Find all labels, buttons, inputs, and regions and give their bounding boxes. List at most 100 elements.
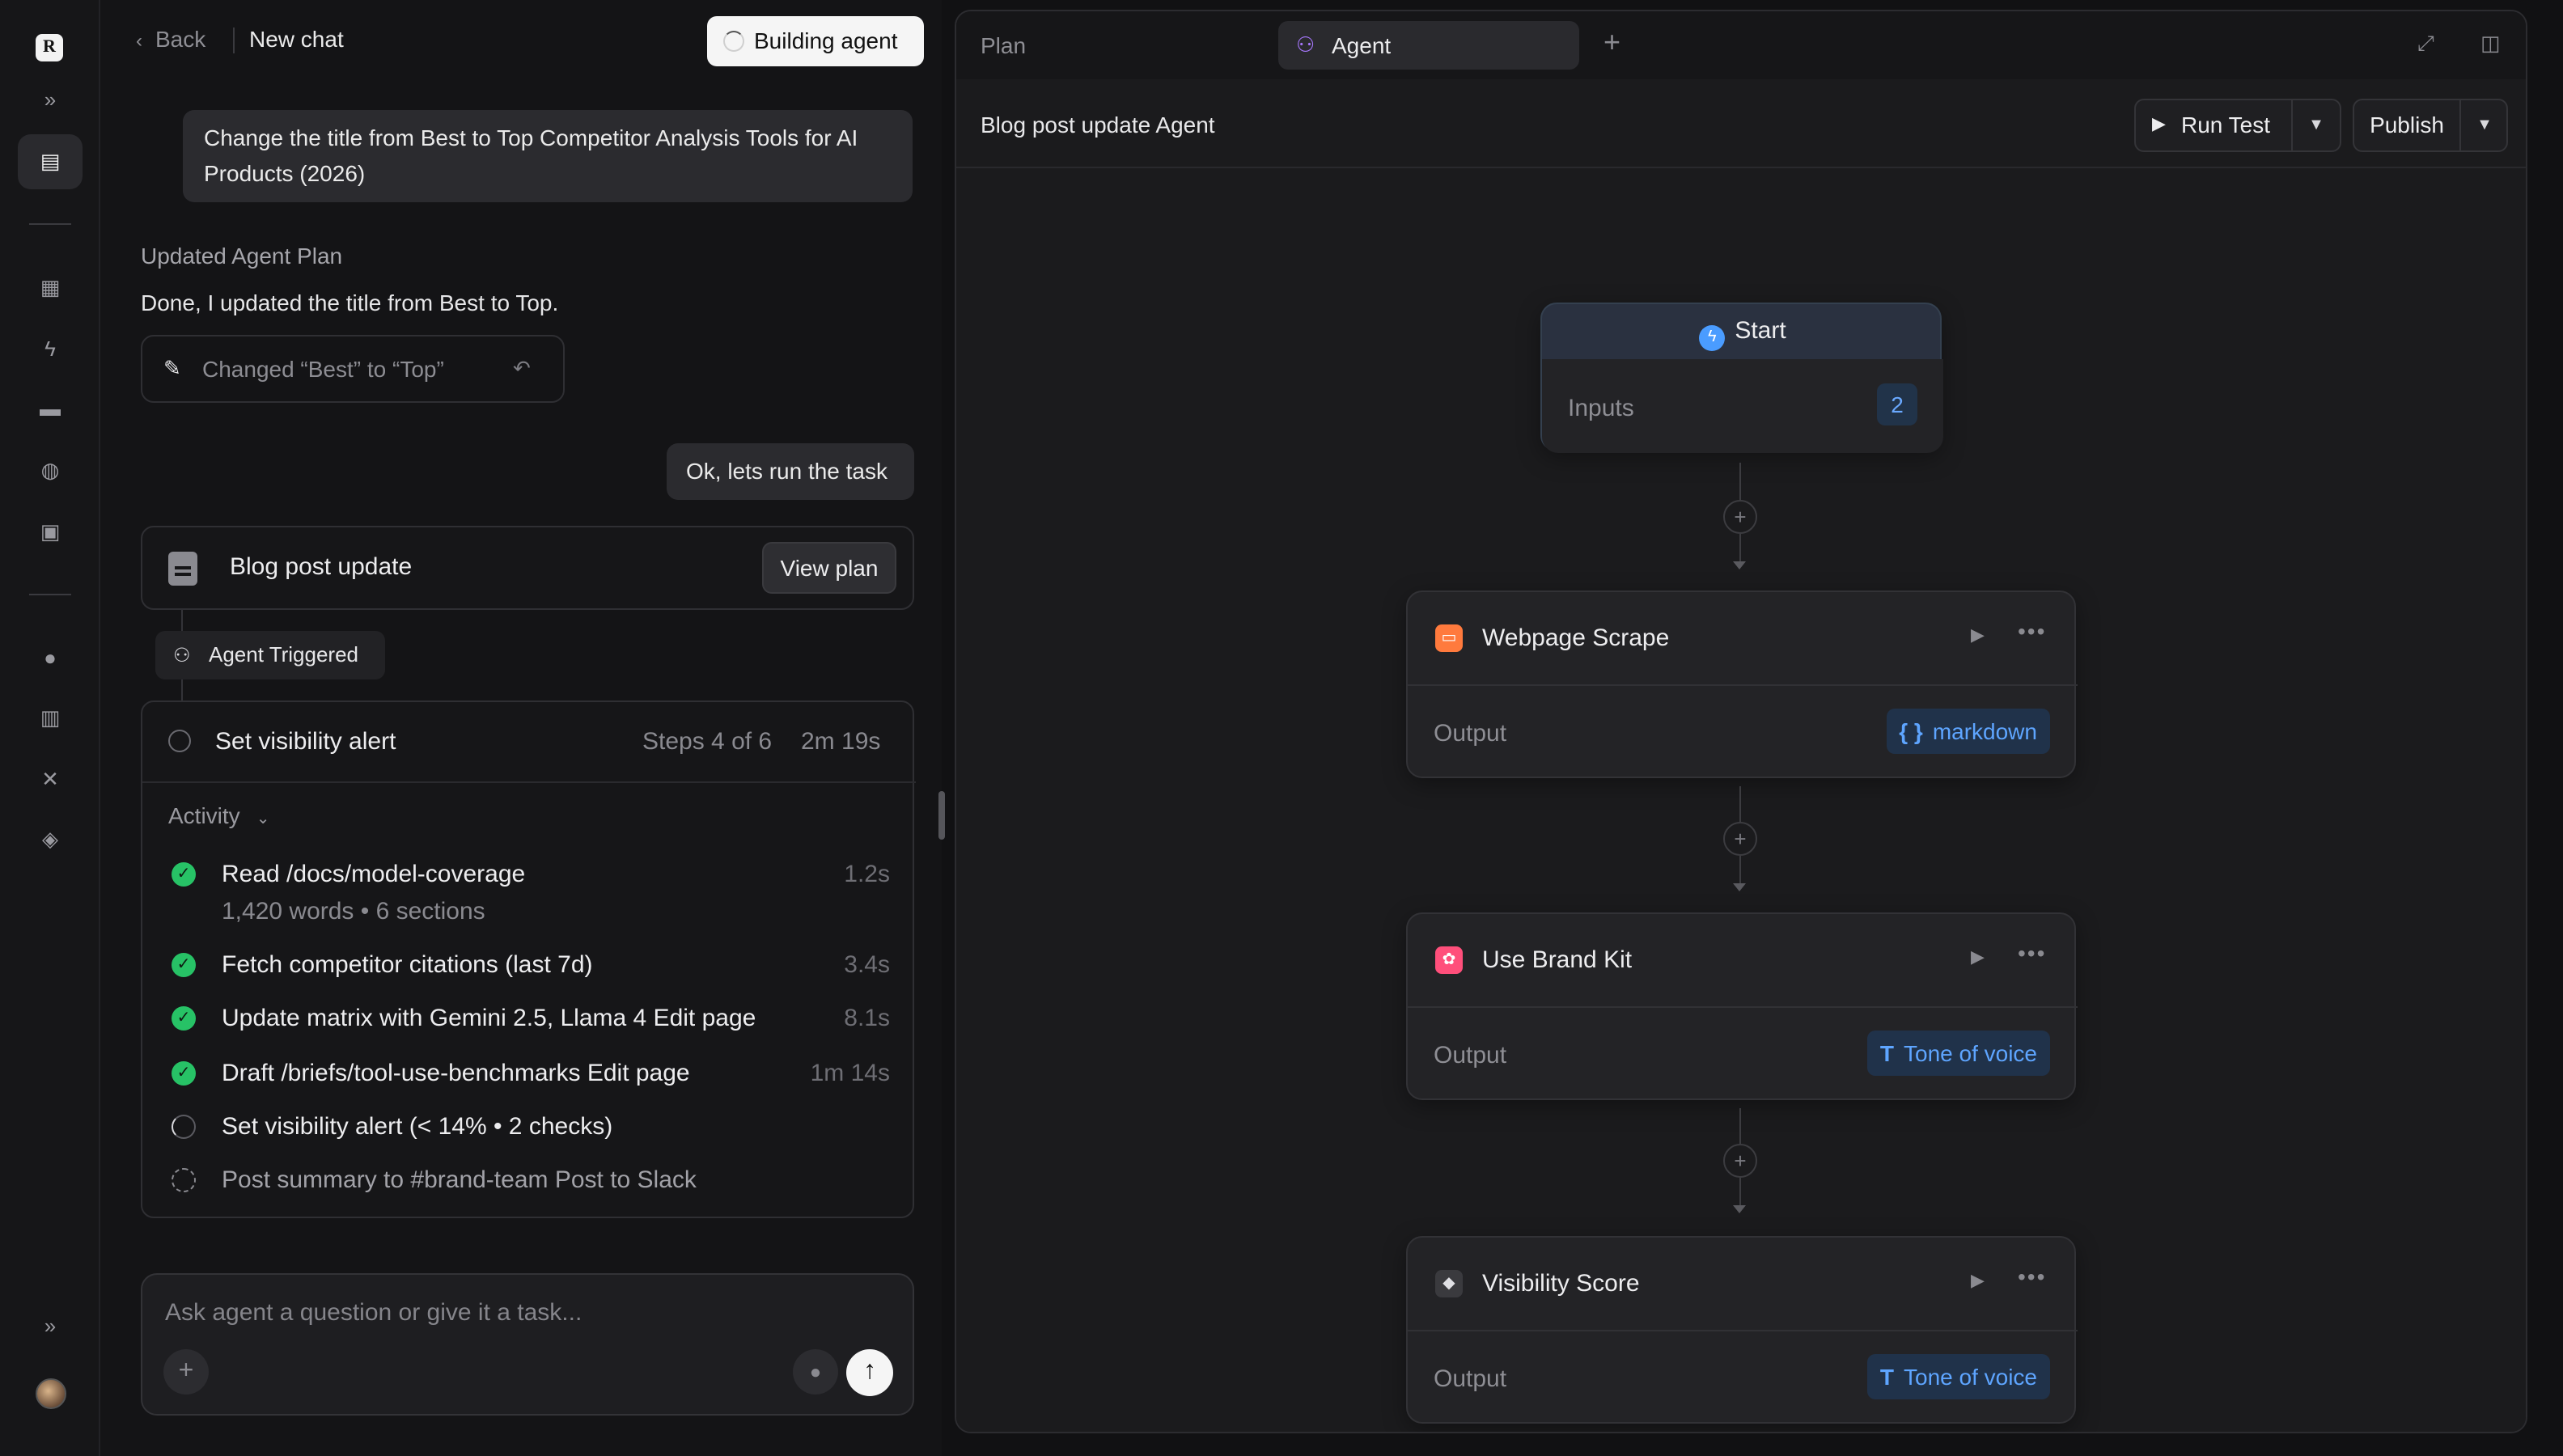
activity-item: ✓ Update matrix with Gemini 2.5, Llama 4… [142,1001,916,1037]
step-node-webpage-scrape[interactable]: ▭ Webpage Scrape ▶ ••• Output { } markdow… [1406,590,2078,778]
current-step-header[interactable]: Set visibility alert Steps 4 of 6 2m 19s [142,702,916,783]
activity-toggle[interactable]: Activity ⌄ [168,802,269,828]
lock-icon[interactable]: ▣ [32,514,68,550]
hierarchy-icon: ⚇ [173,644,191,667]
layers-icon[interactable]: ◈ [32,822,68,857]
connector-line [1739,1178,1741,1207]
check-icon: ✓ [172,953,196,977]
resize-handle[interactable] [938,791,945,840]
app-logo[interactable]: R [36,34,63,61]
step-node-use-brand-kit[interactable]: ✿ Use Brand Kit ▶ ••• Output T Tone of vo… [1406,912,2078,1100]
undo-icon[interactable]: ↶ [513,356,531,382]
output-type-pill[interactable]: T Tone of voice [1866,1031,2050,1076]
add-step-button[interactable]: + [1723,1144,1757,1178]
current-step-name: Set visibility alert [215,728,396,756]
agent-triggered-badge: ⚇ Agent Triggered [155,631,385,679]
more-icon[interactable]: ••• [2018,1263,2046,1289]
send-button[interactable]: ↑ [846,1349,893,1396]
output-type-pill[interactable]: T Tone of voice [1866,1354,2050,1399]
activity-item: ✓ Fetch competitor citations (last 7d) 3… [142,948,916,984]
back-button[interactable]: ‹ Back [136,26,205,52]
book-icon[interactable]: ▥ [32,700,68,736]
connector-line [1739,856,1741,885]
agent-toolbar: Blog post update Agent ▶ Run Test ▼ Publ… [956,79,2526,168]
run-test-dropdown[interactable]: ▼ [2291,100,2340,150]
globe-icon[interactable]: ◍ [32,453,68,489]
connector-line [1739,1108,1741,1144]
play-icon[interactable]: ▶ [1971,624,1985,645]
brand-kit-icon: ✿ [1435,946,1463,974]
tools-icon[interactable]: ✕ [32,762,68,798]
chat-icon[interactable]: ▬ [32,392,68,427]
connector-line [1739,534,1741,563]
composer-input[interactable]: Ask agent a question or give it a task..… [165,1299,582,1327]
add-tab-button[interactable]: + [1603,26,1620,60]
pending-icon [172,1168,196,1192]
task-card[interactable]: Blog post update View plan [141,526,914,610]
monitor-icon: ▭ [1435,624,1463,652]
publish-dropdown[interactable]: ▼ [2459,100,2508,150]
tab-agent[interactable]: ⚇ Agent [1278,21,1579,70]
run-test-button[interactable]: ▶ Run Test [2136,100,2291,150]
document-icon [168,552,197,586]
add-attachment-button[interactable]: + [163,1349,209,1395]
chat-title: New chat [249,26,344,52]
spinner-icon [172,1115,196,1139]
microphone-icon[interactable]: ● [793,1349,838,1395]
output-type-pill[interactable]: { } markdown [1886,709,2050,754]
text-icon: T [1879,1364,1894,1390]
text-icon: T [1879,1040,1894,1066]
check-icon: ✓ [172,1061,196,1086]
assistant-message: Done, I updated the title from Best to T… [141,290,559,315]
view-plan-button[interactable]: View plan [762,542,896,594]
braces-icon: { } [1899,718,1923,744]
user-message: Ok, lets run the task [667,443,914,500]
play-icon[interactable]: ▶ [1971,1270,1985,1291]
activity-item: Set visibility alert (< 14% • 2 checks) [142,1110,916,1145]
step-node-visibility-score[interactable]: ◆ Visibility Score ▶ ••• Output T Tone of… [1406,1236,2078,1424]
inbox-icon[interactable]: ▤ [18,134,83,189]
nav-rail: R » ▤ ▦ ϟ ▬ ◍ ▣ ● ▥ ✕ ◈ » [0,0,100,1456]
tab-plan[interactable]: Plan [981,32,1026,58]
add-step-button[interactable]: + [1723,500,1757,534]
publish-button[interactable]: Publish [2354,100,2459,150]
connector-line [1739,463,1741,502]
more-icon[interactable]: ••• [2018,940,2046,966]
start-node[interactable]: ϟ Start Inputs 2 [1540,303,1943,453]
maximize-icon[interactable]: ⤢ [2417,31,2434,57]
expand-icon[interactable]: » [32,1309,68,1344]
start-node-header: ϟ Start [1542,304,1943,359]
sidebar-toggle-icon[interactable]: ◫ [2480,31,2501,57]
run-test-group: ▶ Run Test ▼ [2134,99,2341,152]
activity-item: ✓ Read /docs/model-coverage 1,420 words … [142,857,916,925]
hierarchy-icon: ⚇ [1296,32,1315,57]
more-icon[interactable]: ••• [2018,618,2046,644]
chat-panel: ‹ Back New chat Building agent Change the… [100,0,942,1456]
bolt-icon[interactable]: ϟ [32,332,68,367]
user-message: Change the title from Best to Top Compet… [183,110,913,202]
step-node-header: ▭ Webpage Scrape ▶ ••• [1408,592,2078,686]
check-icon: ✓ [172,1006,196,1031]
chevron-left-icon: ‹ [136,29,142,52]
step-elapsed: 2m 19s [801,728,881,756]
bulb-icon[interactable]: ● [32,641,68,676]
grid-icon[interactable]: ▦ [32,270,68,306]
step-node-header: ✿ Use Brand Kit ▶ ••• [1408,914,2078,1008]
edit-icon: ✎ [163,356,181,380]
add-step-button[interactable]: + [1723,822,1757,856]
forward-icon[interactable]: » [32,83,68,118]
inputs-count-badge[interactable]: 2 [1877,383,1917,425]
workflow-canvas[interactable]: ϟ Start Inputs 2 + ▭ Webpage Scrape ▶ •••… [956,168,2526,1432]
avatar[interactable] [36,1378,66,1409]
bolt-icon: ϟ [1699,325,1726,351]
chevron-down-icon: ⌄ [256,811,270,828]
change-summary[interactable]: ✎ Changed “Best” to “Top” ↶ [141,335,565,403]
composer[interactable]: Ask agent a question or give it a task..… [141,1273,914,1416]
connector-line [1739,786,1741,822]
play-icon[interactable]: ▶ [1971,946,1985,967]
tree-connector [181,679,183,700]
arrow-icon [1733,561,1746,569]
activity-item: ✓ Draft /briefs/tool-use-benchmarks Edit… [142,1056,916,1092]
building-agent-status[interactable]: Building agent [707,16,924,66]
rail-divider [29,223,71,225]
